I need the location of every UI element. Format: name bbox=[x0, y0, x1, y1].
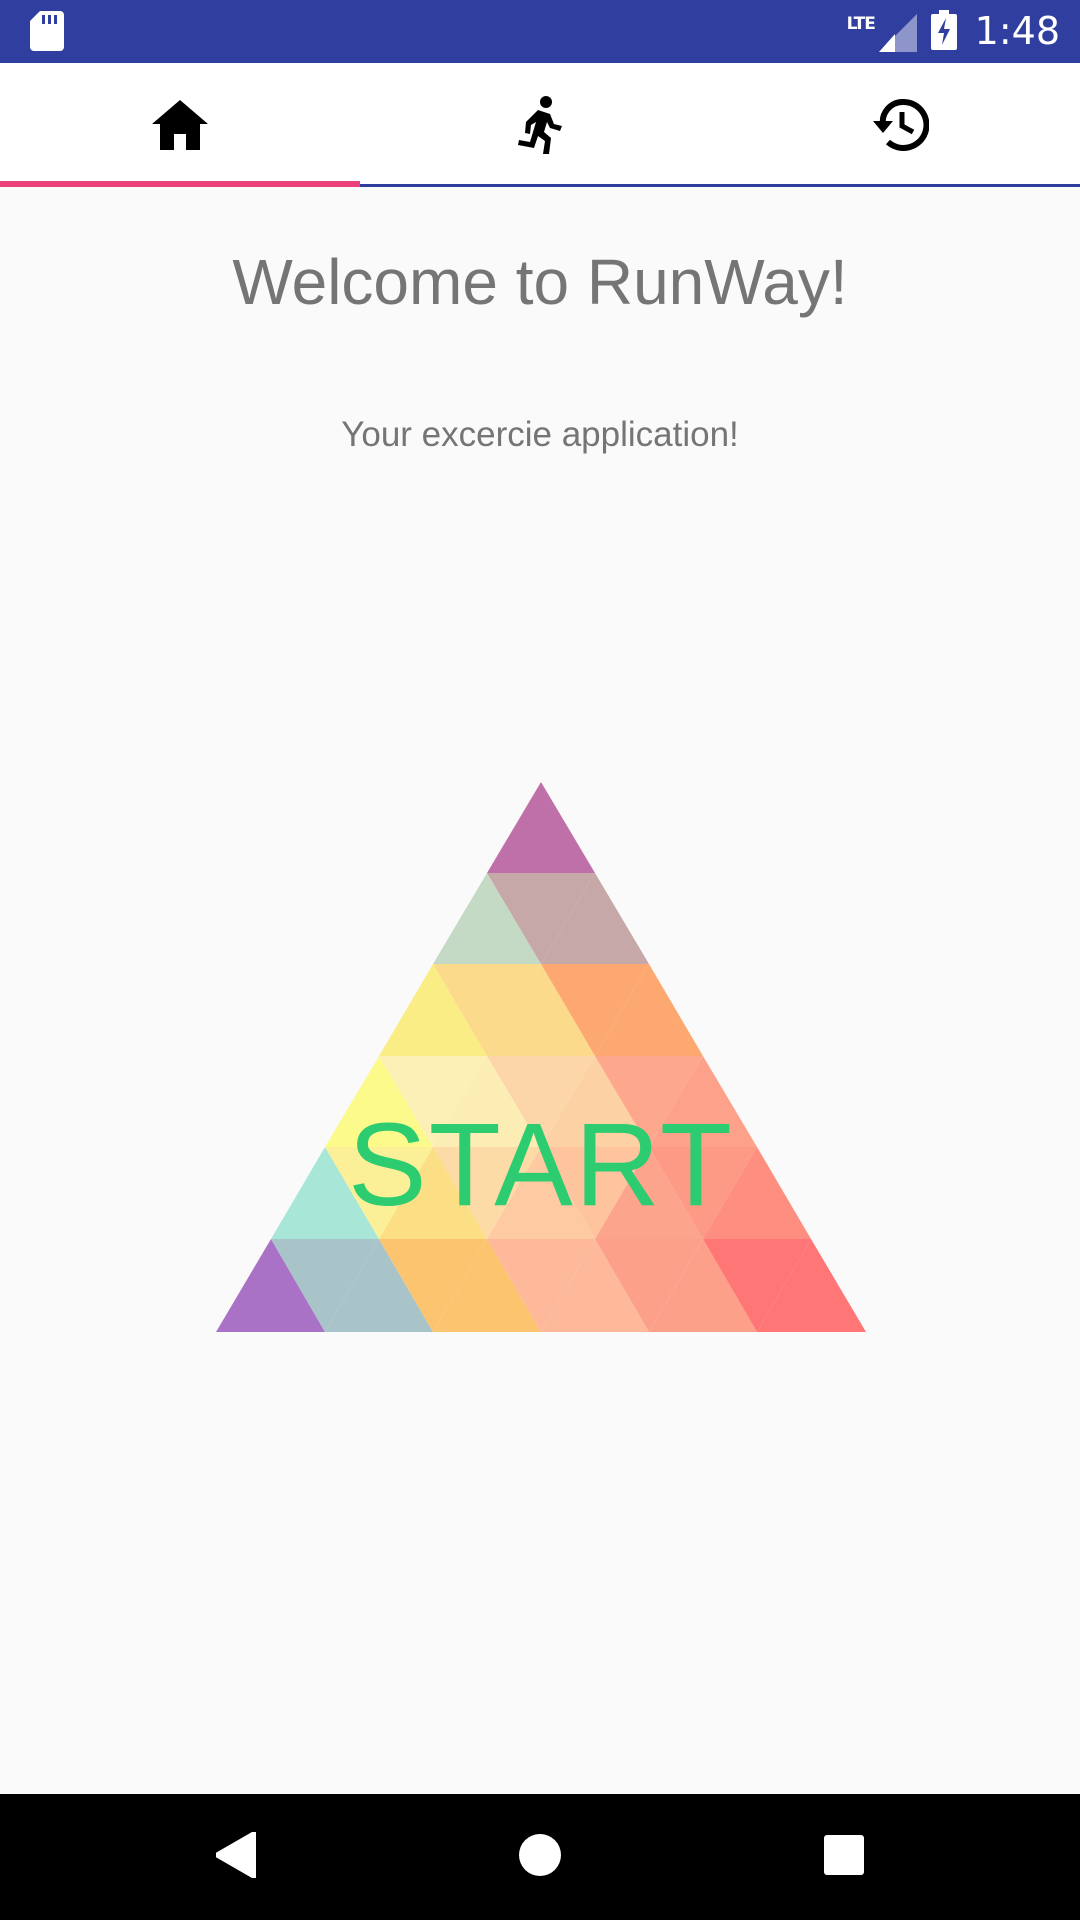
status-bar: LTE 1:48 bbox=[0, 0, 1080, 63]
tab-bar bbox=[0, 63, 1080, 187]
sd-card-icon bbox=[30, 11, 64, 51]
back-icon bbox=[214, 1830, 258, 1882]
page-subtitle: Your excercie application! bbox=[341, 415, 739, 454]
history-icon bbox=[871, 99, 929, 151]
recents-button[interactable] bbox=[784, 1794, 904, 1920]
page-title: Welcome to RunWay! bbox=[232, 246, 848, 318]
signal-icon: LTE bbox=[847, 12, 917, 52]
start-label: START bbox=[348, 1099, 734, 1231]
battery-charging-icon bbox=[930, 9, 957, 54]
back-button[interactable] bbox=[176, 1794, 296, 1920]
system-nav-bar bbox=[0, 1794, 1080, 1920]
start-triangle-graphic bbox=[216, 782, 866, 1332]
home-nav-button[interactable] bbox=[480, 1794, 600, 1920]
recents-icon bbox=[824, 1835, 864, 1879]
home-circle-icon bbox=[518, 1833, 562, 1881]
tab-indicator bbox=[0, 181, 360, 187]
status-time: 1:48 bbox=[974, 9, 1060, 53]
tab-home[interactable] bbox=[0, 63, 360, 187]
tab-run[interactable] bbox=[360, 63, 720, 187]
start-button[interactable]: START bbox=[216, 782, 866, 1332]
tab-history[interactable] bbox=[720, 63, 1080, 187]
running-icon bbox=[516, 96, 564, 154]
home-icon bbox=[152, 100, 208, 150]
